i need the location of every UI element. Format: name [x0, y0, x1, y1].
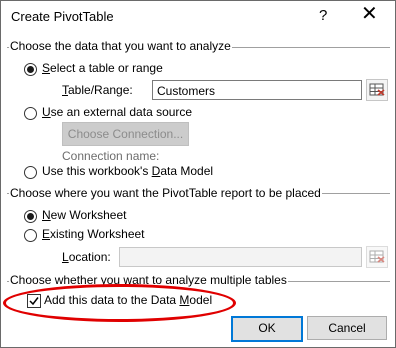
location-picker-icon[interactable] [366, 246, 388, 268]
data-source-heading: Choose the data that you want to analyze [9, 39, 232, 53]
multiple-tables-heading: Choose whether you want to analyze multi… [9, 273, 288, 287]
ok-button[interactable]: OK [231, 316, 303, 342]
connection-name-label: Connection name: [62, 149, 160, 163]
external-source-radio[interactable] [24, 107, 37, 120]
checkmark-icon [29, 297, 39, 306]
help-button[interactable]: ? [319, 7, 327, 24]
external-source-label[interactable]: Use an external data source [42, 105, 192, 119]
dialog-title: Create PivotTable [11, 9, 114, 24]
add-to-data-model-label[interactable]: Add this data to the Data Model [44, 293, 212, 307]
data-model-radio[interactable] [24, 166, 37, 179]
select-table-label[interactable]: Select a table or range [42, 61, 163, 75]
choose-connection-button[interactable]: Choose Connection... [62, 122, 189, 146]
range-picker-icon[interactable] [366, 79, 388, 101]
placement-heading: Choose where you want the PivotTable rep… [9, 186, 322, 200]
new-worksheet-radio[interactable] [24, 210, 37, 223]
existing-worksheet-radio[interactable] [24, 229, 37, 242]
new-worksheet-label[interactable]: New Worksheet [42, 208, 126, 222]
cancel-button[interactable]: Cancel [307, 316, 387, 340]
location-label: Location: [62, 250, 111, 264]
location-input[interactable] [119, 247, 362, 267]
title-bar: Create PivotTable ? ✕ [1, 1, 395, 33]
close-button[interactable]: ✕ [361, 4, 378, 24]
data-model-label[interactable]: Use this workbook's Data Model [42, 164, 213, 178]
select-table-radio[interactable] [24, 63, 37, 76]
add-to-data-model-checkbox[interactable] [27, 294, 41, 308]
existing-worksheet-label[interactable]: Existing Worksheet [42, 227, 145, 241]
table-range-input[interactable]: Customers [152, 80, 362, 100]
table-range-label: Table/Range: [62, 83, 133, 97]
create-pivottable-dialog: Create PivotTable ? ✕ Choose the data th… [0, 0, 396, 348]
